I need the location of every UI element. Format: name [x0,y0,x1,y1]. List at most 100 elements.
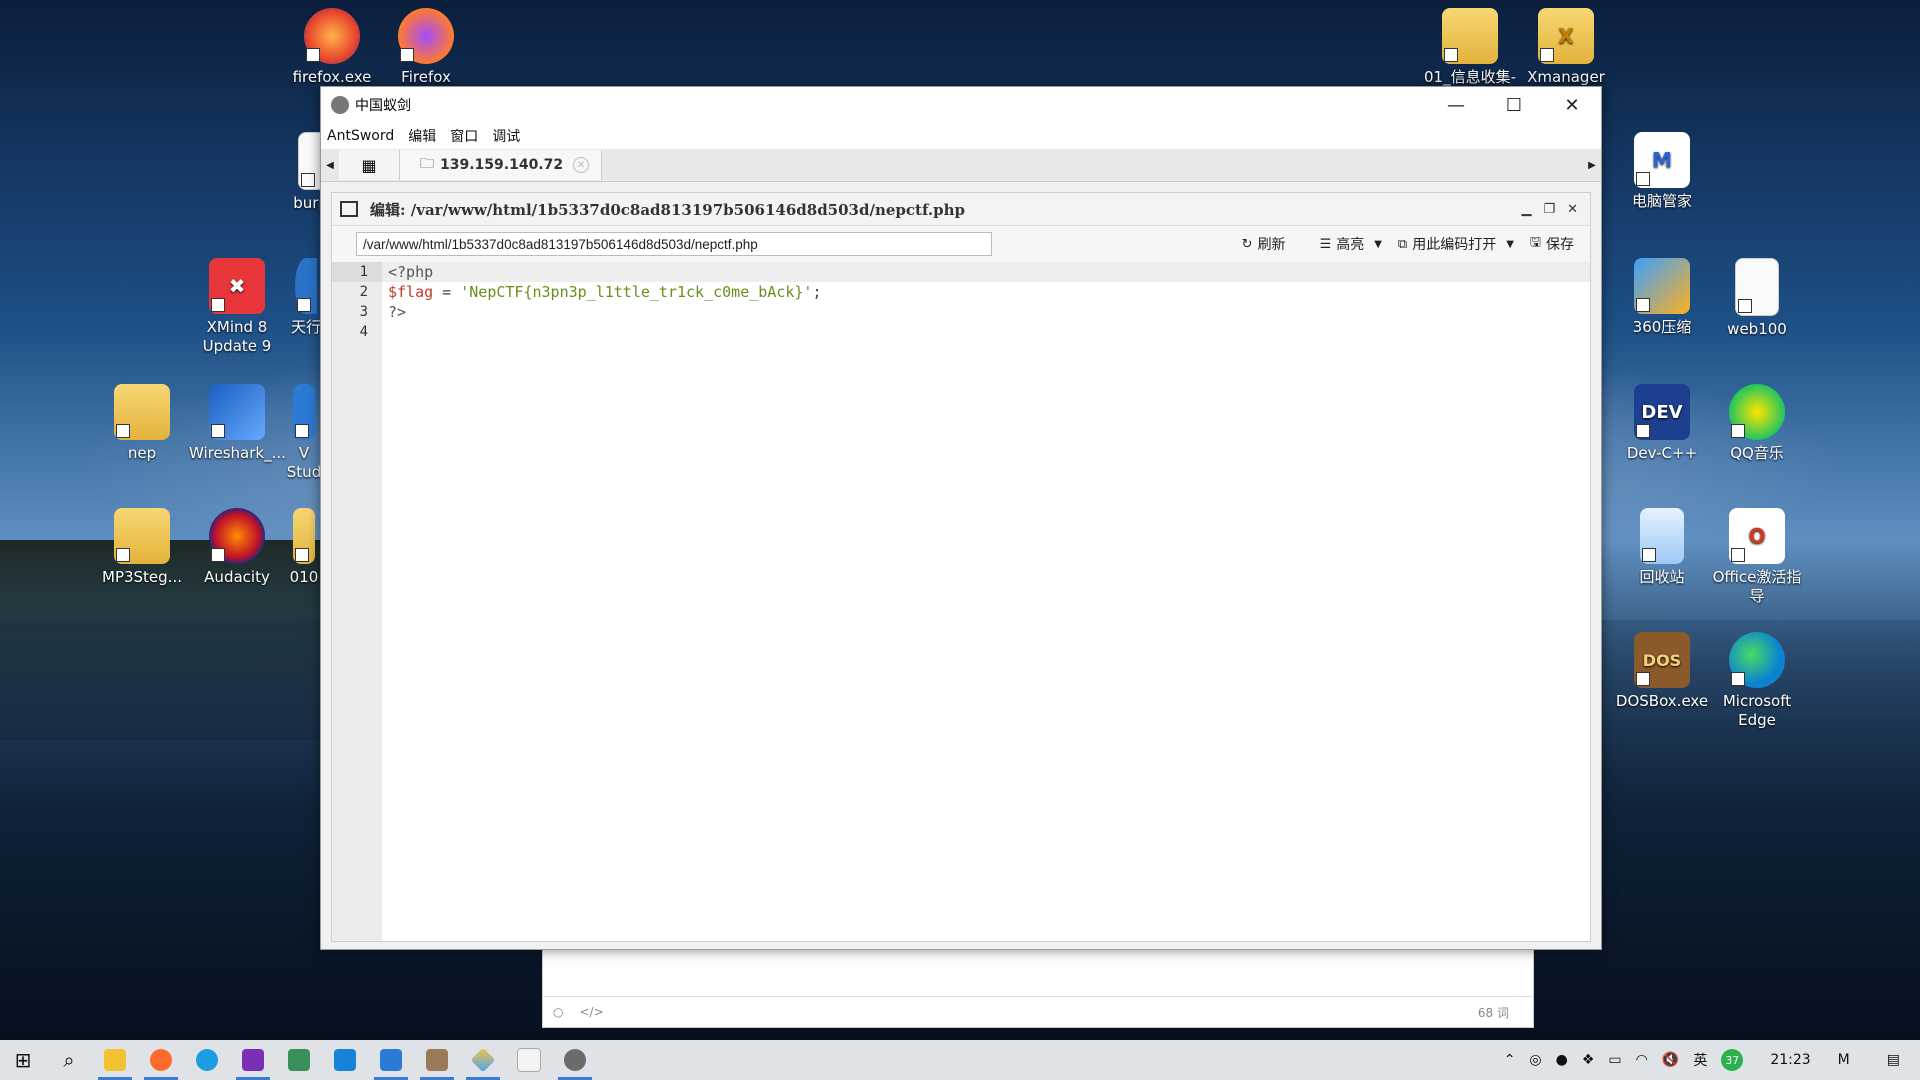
pc-manager-tray-icon[interactable]: M [1838,1052,1850,1068]
desktop-icon-tianxing[interactable]: 天行 [288,258,324,337]
ime-indicator[interactable]: 英 [1693,1050,1707,1070]
code-area[interactable]: <?php $flag = 'NepCTF{n3pn3p_l1ttle_tr1c… [382,262,1590,941]
qq-tray-icon[interactable]: ● [1556,1052,1568,1068]
wifi-icon[interactable]: ◠ [1636,1052,1648,1068]
antsword-tray-icon[interactable]: ◎ [1529,1052,1541,1068]
folder-icon [114,384,170,440]
desktop-icon-firefox[interactable]: Firefox [378,8,474,87]
desktop-icon-office-activate[interactable]: O Office激活指导 [1709,508,1805,606]
desktop-icon-nep[interactable]: nep [94,384,190,463]
tab-close-icon[interactable]: ✕ [573,157,590,173]
line-number: 1 [332,262,382,282]
vscode-icon [293,384,315,440]
panel-minimize-button[interactable]: ▁ [1521,202,1531,217]
desktop-icon-wireshark[interactable]: Wireshark_... [189,384,286,463]
tab-home[interactable]: ▦ [339,150,400,180]
taskbar-firefox[interactable] [138,1040,184,1080]
maximize-button[interactable]: ☐ [1485,87,1543,123]
encoding-icon: ⧉ [1397,236,1408,252]
print-margin [1157,262,1164,282]
battery-icon[interactable]: ▭ [1608,1052,1621,1068]
path-input[interactable] [356,232,992,256]
line-number: 2 [359,284,368,300]
chevron-up-icon[interactable]: ⌃ [1504,1052,1516,1068]
folder-icon [1442,8,1498,64]
desktop-icon-010[interactable]: 010 [286,508,322,587]
weather-badge[interactable]: 37 [1721,1049,1744,1071]
360-tray-icon[interactable]: ❖ [1582,1052,1595,1068]
office-icon: O [1729,508,1785,564]
desktop-icon-firefox-exe[interactable]: firefox.exe [284,8,380,87]
system-tray: ⌃ ◎ ● ❖ ▭ ◠ 🔇 英 37 21:23 M ▤ [1497,1049,1920,1071]
search-button[interactable]: ⌕ [46,1040,92,1080]
desktop-icon-qqmusic[interactable]: QQ音乐 [1709,384,1805,463]
close-button[interactable]: ✕ [1543,87,1601,123]
taskbar-app-t[interactable] [506,1040,552,1080]
desktop-icon-burp[interactable]: burp [268,132,330,213]
recycle-bin-icon [1640,508,1684,564]
taskbar-app-puzzle[interactable] [276,1040,322,1080]
taskbar-edge[interactable] [184,1040,230,1080]
text-app-icon [517,1048,541,1072]
folder-icon [293,508,315,564]
xmanager-icon: X [1538,8,1594,64]
file-icon [1735,258,1779,316]
panel-header: 编辑: /var/www/html/1b5337d0c8ad813197b506… [332,193,1590,226]
menu-debug[interactable]: 调试 [492,126,520,146]
panel-close-button[interactable]: ✕ [1567,202,1578,217]
firefox-icon [398,8,454,64]
desktop-icon-edge[interactable]: Microsoft Edge [1709,632,1805,730]
refresh-button[interactable]: ↻ 刷新 [1242,234,1286,254]
antsword-window: 中国蚁剑 — ☐ ✕ AntSword 编辑 窗口 调试 ◀ ▦ 🗀 139.1… [320,86,1602,950]
taskbar-app-bag[interactable] [414,1040,460,1080]
taskbar-app-window[interactable] [368,1040,414,1080]
tab-scroll-right-icon[interactable]: ▶ [1583,149,1601,181]
desktop-icon-web100[interactable]: web100 [1709,258,1805,339]
tab-scroll-left-icon[interactable]: ◀ [321,149,339,181]
audacity-icon [209,508,265,564]
highlight-dropdown[interactable]: ☰ 高亮 ▼ [1320,234,1382,254]
onenote-icon [242,1049,264,1071]
folder-icon [104,1049,126,1071]
editor-toolbar: ↻ 刷新 ☰ 高亮 ▼ ⧉ 用此编码打开 ▼ 🖫 保存 [332,226,1590,263]
code-icon: </> [579,1005,604,1019]
line-number: 3 [359,304,368,320]
save-button[interactable]: 🖫 保存 [1530,233,1574,255]
desktop-icon-vstudio[interactable]: V Stud [286,384,322,482]
devcpp-icon: DEV [1634,384,1690,440]
taskbar-app-p[interactable] [322,1040,368,1080]
notification-icon[interactable]: ▤ [1887,1052,1900,1068]
desktop-icon-360zip[interactable]: 360压缩 [1614,258,1710,337]
minimize-button[interactable]: — [1427,87,1485,123]
panel-restore-button[interactable]: ❐ [1543,202,1555,217]
taskbar-onenote[interactable] [230,1040,276,1080]
menu-window[interactable]: 窗口 [450,126,478,146]
desktop-icon-info-collect[interactable]: 01_信息收集- [1422,8,1518,87]
volume-mute-icon[interactable]: 🔇 [1662,1052,1679,1068]
menu-bar: AntSword 编辑 窗口 调试 [321,123,1601,149]
code-editor[interactable]: 1 2 3 4 <?php $flag = 'NepCTF{n3pn3p_l1t… [332,262,1590,941]
menu-edit[interactable]: 编辑 [408,126,436,146]
circle-icon: ○ [553,1005,564,1019]
taskbar-app-diamond[interactable] [460,1040,506,1080]
desktop-icon-devcpp[interactable]: DEV Dev-C++ [1614,384,1710,463]
antsword-icon [331,96,349,114]
window-titlebar[interactable]: 中国蚁剑 — ☐ ✕ [321,87,1601,123]
desktop-icon-mp3steg[interactable]: MP3Steg... [94,508,190,587]
zip-icon [1634,258,1690,314]
menu-antsword[interactable]: AntSword [327,128,394,144]
desktop-icon-recycle-bin[interactable]: 回收站 [1614,508,1710,587]
clock[interactable]: 21:23 [1770,1052,1810,1068]
desktop-icon-pc-manager[interactable]: M 电脑管家 [1614,132,1710,211]
line-number: 4 [359,324,368,340]
desktop-icon-audacity[interactable]: Audacity [189,508,285,587]
open-with-encoding-dropdown[interactable]: ⧉ 用此编码打开 ▼ [1398,234,1514,254]
taskbar-antsword[interactable] [552,1040,598,1080]
desktop-icon-dosbox[interactable]: DOS DOSBox.exe [1614,632,1710,711]
taskbar-explorer[interactable] [92,1040,138,1080]
tab-shell-connection[interactable]: 🗀 139.159.140.72 ✕ [400,150,603,180]
desktop-icon-xmind[interactable]: ✖ XMind 8 Update 9 [189,258,285,356]
desktop-icon-xmanager[interactable]: X Xmanager [1518,8,1614,87]
document-icon [340,201,358,217]
start-button[interactable]: ⊞ [0,1040,46,1080]
